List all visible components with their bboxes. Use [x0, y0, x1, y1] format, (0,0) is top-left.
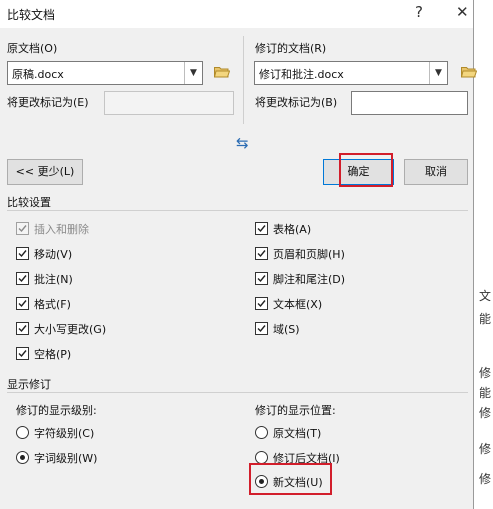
- less-button[interactable]: << 更少(L): [7, 159, 83, 185]
- revised-mark-input[interactable]: [351, 91, 468, 115]
- background-text: 修: [479, 442, 492, 456]
- compare-settings-title: 比较设置: [7, 196, 51, 209]
- revised-document-value: 修订和批注.docx: [259, 68, 344, 81]
- background-text: 修: [479, 472, 492, 486]
- revised-document-combo[interactable]: 修订和批注.docx ▼: [254, 61, 448, 85]
- swap-documents-icon[interactable]: ⇆: [236, 134, 249, 152]
- show-changes-at-label: 修订的显示级别:: [16, 404, 97, 417]
- column-divider: [243, 36, 244, 124]
- background-text: 修: [479, 406, 492, 420]
- help-icon[interactable]: ?: [415, 3, 423, 21]
- folder-open-icon[interactable]: [214, 66, 230, 78]
- background-text: 能: [479, 386, 492, 400]
- section-divider: [7, 392, 468, 393]
- dialog-title: 比较文档: [7, 8, 56, 22]
- close-icon[interactable]: ✕: [456, 3, 469, 21]
- background-text: 能: [479, 312, 492, 326]
- background-text: 修: [479, 366, 492, 380]
- cancel-button[interactable]: 取消: [404, 159, 468, 185]
- section-divider: [7, 210, 468, 211]
- original-document-label: 原文档(O): [7, 42, 58, 55]
- revised-document-label: 修订的文档(R): [255, 42, 327, 55]
- compare-documents-dialog: 比较文档 ? ✕ 原文档(O) 原稿.docx ▼ 将更改标记为(E) 修订的文…: [0, 0, 477, 509]
- original-mark-label: 将更改标记为(E): [7, 96, 89, 109]
- title-bar: 比较文档 ? ✕: [0, 0, 473, 28]
- revised-mark-label: 将更改标记为(B): [255, 96, 338, 109]
- show-changes-title: 显示修订: [7, 378, 51, 391]
- highlight-box: [339, 153, 393, 187]
- background-text: 文: [479, 289, 492, 303]
- original-document-value: 原稿.docx: [12, 68, 64, 81]
- show-changes-in-label: 修订的显示位置:: [255, 404, 336, 417]
- original-mark-input: [104, 91, 234, 115]
- folder-open-icon[interactable]: [461, 66, 477, 78]
- chevron-down-icon[interactable]: ▼: [429, 62, 447, 84]
- original-document-combo[interactable]: 原稿.docx ▼: [7, 61, 203, 85]
- chevron-down-icon[interactable]: ▼: [184, 62, 202, 84]
- highlight-box: [249, 463, 332, 495]
